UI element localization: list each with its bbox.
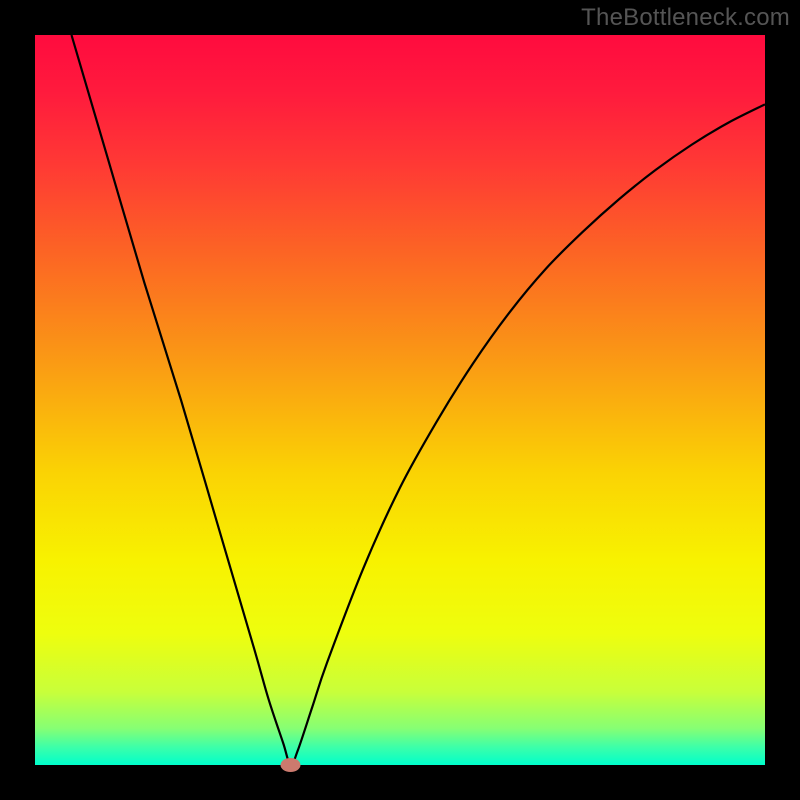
optimal-marker <box>281 758 301 772</box>
watermark-text: TheBottleneck.com <box>581 4 790 32</box>
chart-frame: TheBottleneck.com <box>0 0 800 800</box>
bottleneck-chart <box>0 0 800 800</box>
plot-background <box>35 35 765 765</box>
